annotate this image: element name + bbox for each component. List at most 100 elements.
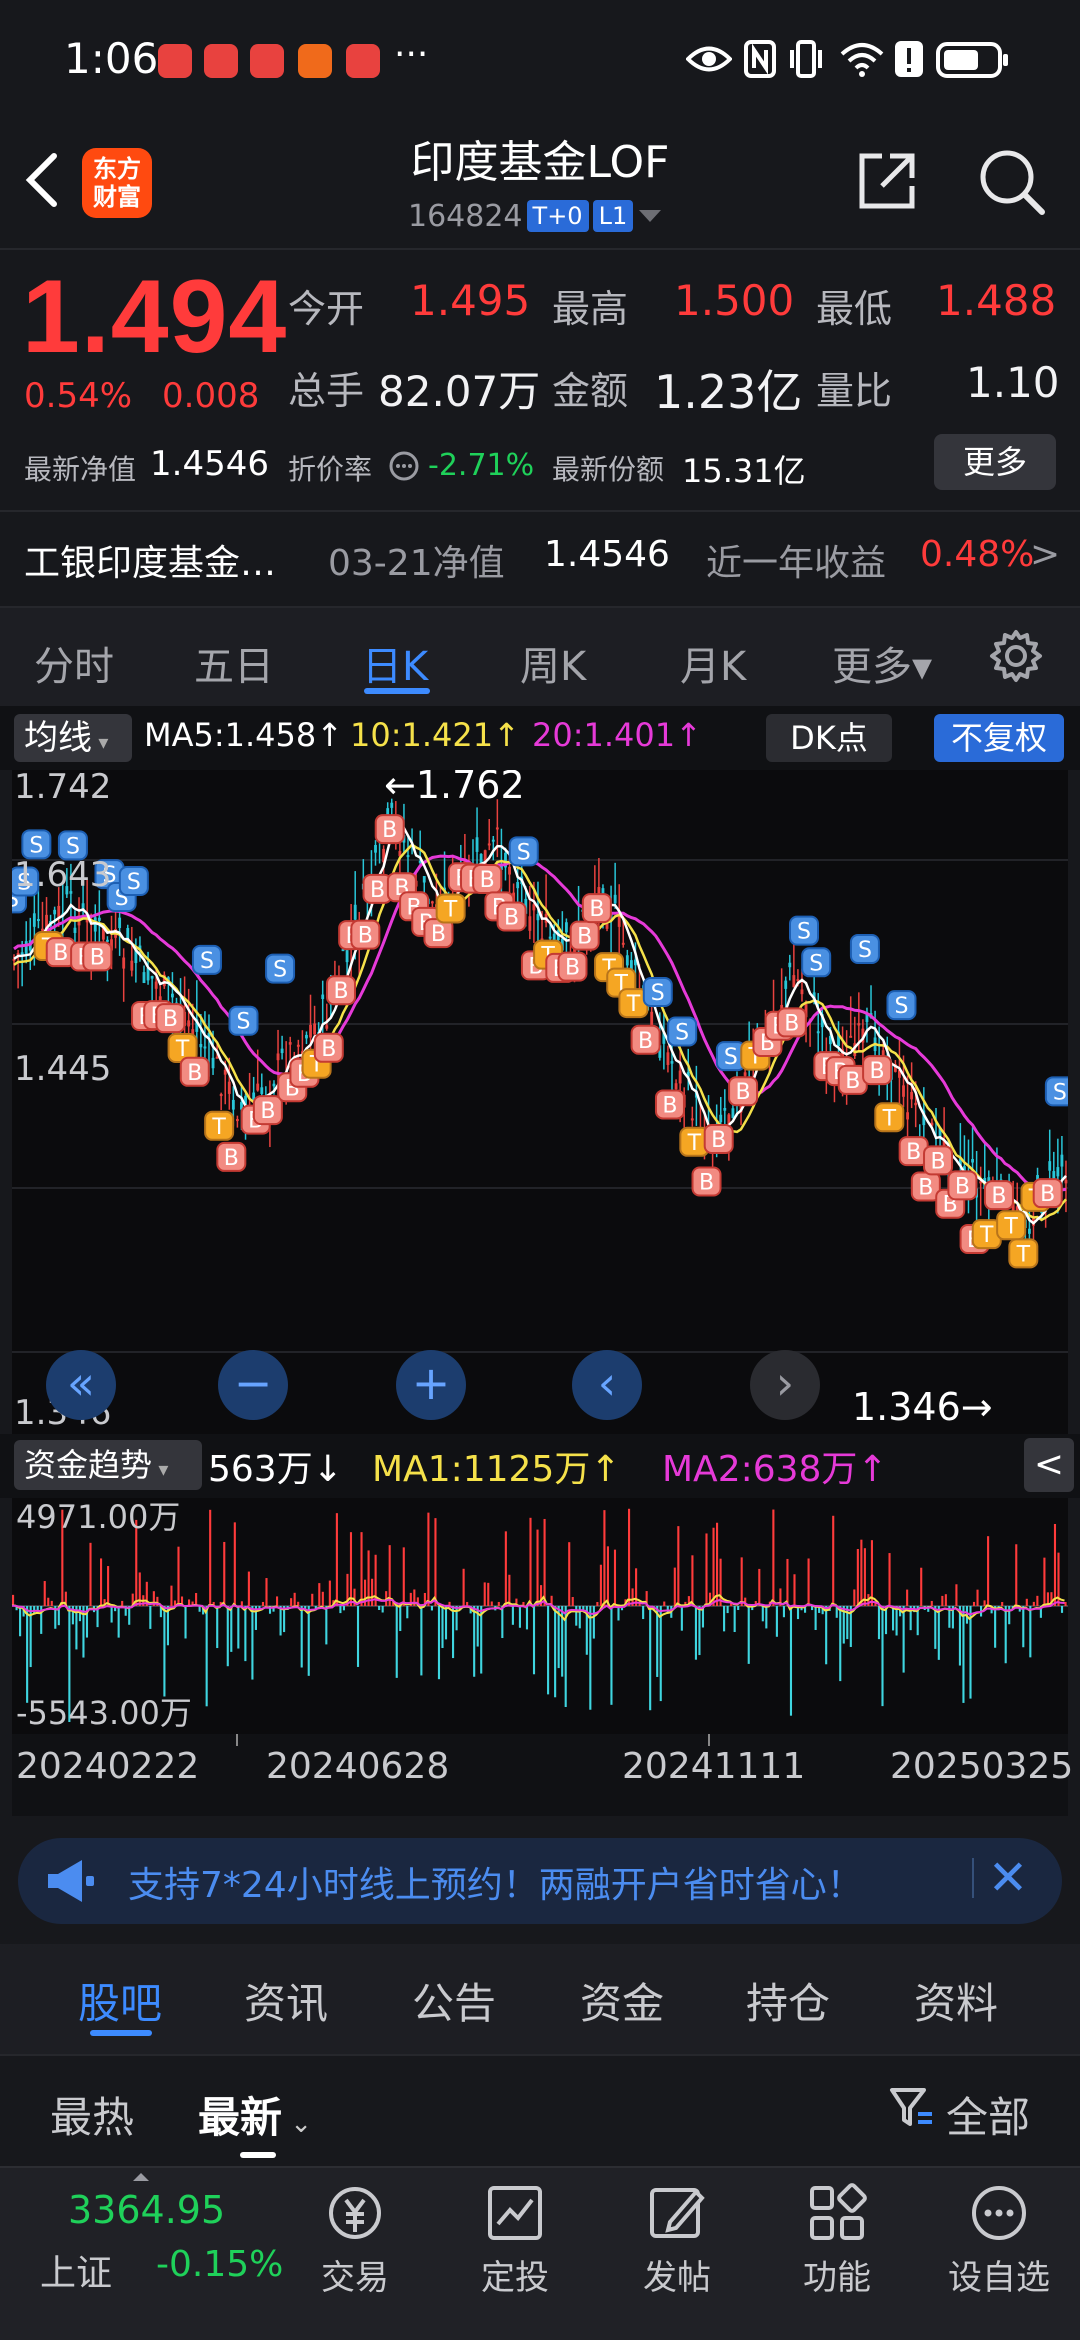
nav-invest-plan[interactable]: 定投 [460, 2176, 570, 2299]
app-logo[interactable]: 东方 财富 [82, 148, 152, 218]
trade-marker-b: B [983, 1180, 1014, 1211]
flow-bar [902, 1606, 905, 1673]
sort-hot[interactable]: 最热 [50, 2084, 134, 2145]
tab-holdings[interactable]: 持仓 [746, 1970, 830, 2031]
flow-bar [649, 1606, 652, 1711]
nav-functions[interactable]: 功能 [782, 2176, 892, 2299]
scroll-left-fast-button[interactable]: « [46, 1350, 116, 1420]
flow-bar [395, 1606, 398, 1678]
tab-monthly-k[interactable]: 月K [680, 634, 746, 692]
tab-profile[interactable]: 资料 [914, 1970, 998, 2031]
trade-marker-t: T [435, 893, 466, 924]
share-icon[interactable] [854, 148, 920, 214]
candle-body [256, 1083, 260, 1091]
flow-bar [437, 1606, 441, 1680]
flow-bar [50, 1600, 53, 1606]
flow-bar [856, 1549, 859, 1606]
date-label: 20240222 [16, 1746, 200, 1787]
info-icon[interactable] [388, 450, 420, 482]
svg-text:S: S [651, 981, 665, 1006]
candle-body [1064, 1179, 1068, 1184]
flow-bar [716, 1522, 719, 1606]
filter-icon[interactable] [888, 2084, 934, 2130]
tab-news[interactable]: 资讯 [244, 1970, 328, 2031]
flow-bar [726, 1606, 729, 1614]
candle-body [1056, 1167, 1060, 1177]
vibrate-icon [790, 40, 822, 78]
trade-marker-b: B [374, 814, 405, 845]
flow-bar [747, 1606, 750, 1664]
fund-flow-chart[interactable]: 4971.00万 -5543.00万 [12, 1498, 1068, 1734]
flow-bar [388, 1545, 391, 1606]
flow-bar [860, 1539, 863, 1606]
collapse-button[interactable]: < [1024, 1438, 1074, 1492]
svg-text:T: T [979, 1223, 994, 1248]
tab-capital[interactable]: 资金 [580, 1970, 664, 2031]
candle-body [670, 1061, 674, 1064]
min-price-mark: 1.346→ [852, 1385, 993, 1429]
back-button[interactable] [22, 150, 82, 220]
tab-weekly-k[interactable]: 周K [520, 634, 586, 692]
ma10-value: 10:1.421↑ [350, 716, 520, 754]
flow-bar [920, 1567, 923, 1606]
flow-bar [571, 1597, 574, 1606]
fund-code-row[interactable]: 164824 T+0 L1 [408, 196, 663, 236]
svg-text:S: S [200, 949, 214, 974]
zoom-in-button[interactable]: + [396, 1350, 466, 1420]
candle-body [719, 1114, 723, 1123]
candle-body [910, 1092, 914, 1100]
svg-text:B: B [906, 1140, 921, 1165]
flow-bar [452, 1606, 455, 1659]
flow-bar [529, 1517, 532, 1606]
flow-bar [793, 1574, 796, 1606]
gear-icon[interactable] [988, 628, 1044, 684]
svg-text:B: B [431, 922, 446, 947]
flow-bar [247, 1571, 250, 1606]
sort-newest[interactable]: 最新 ⌄ [198, 2084, 312, 2145]
dk-point-button[interactable]: DK点 [766, 714, 892, 762]
nav-trade[interactable]: 交易 [300, 2176, 410, 2299]
nav-post[interactable]: 发帖 [622, 2176, 732, 2299]
trade-marker-s: S [508, 836, 539, 867]
flow-bar [237, 1606, 240, 1649]
tab-forum[interactable]: 股吧 [78, 1970, 162, 2031]
tab-more[interactable]: 更多▾ [832, 634, 932, 692]
candle-body [32, 913, 36, 927]
trade-marker-b: B [82, 941, 113, 972]
nav-add-watchlist[interactable]: 设自选 [944, 2176, 1054, 2299]
flow-bar [814, 1606, 817, 1630]
candle-body [528, 916, 532, 931]
price-adjust-button[interactable]: 不复权 [934, 714, 1064, 762]
candle-body [309, 1024, 312, 1038]
flow-bar [955, 1584, 958, 1606]
candlestick-chart[interactable]: SSSTBSBBSSSBBBTBSTBSBBSBBTBBBBBBBBBBTBBB… [12, 770, 1068, 1434]
svg-text:S: S [675, 1020, 689, 1045]
ma-indicator-select[interactable]: 均线 ▾ [14, 714, 132, 762]
tab-intraday[interactable]: 分时 [34, 634, 114, 692]
index-value[interactable]: 3364.95 [68, 2188, 225, 2232]
tab-announcements[interactable]: 公告 [412, 1970, 496, 2031]
candle-body [816, 1031, 820, 1034]
ma5-value: MA5:1.458↑ [144, 716, 344, 754]
banner-text[interactable]: 支持7*24小时线上预约！两融开户省时省心！ [128, 1856, 863, 1908]
more-button[interactable]: 更多 [934, 434, 1056, 490]
notification-app-icon [204, 44, 238, 78]
tab-daily-k[interactable]: 日K [362, 634, 428, 692]
scroll-left-button[interactable]: ‹ [572, 1350, 642, 1420]
tab-five-day[interactable]: 五日 [194, 634, 274, 692]
flow-bar [216, 1606, 219, 1649]
trade-marker-s: S [642, 977, 673, 1008]
candle-body [219, 1094, 223, 1097]
zoom-out-button[interactable]: − [218, 1350, 288, 1420]
scroll-right-button[interactable]: › [750, 1350, 820, 1420]
candle-body [353, 904, 357, 920]
candle-body [41, 928, 44, 931]
megaphone-icon [48, 1860, 94, 1902]
close-icon[interactable]: ✕ [978, 1848, 1038, 1908]
flow-bar [536, 1529, 539, 1606]
flow-indicator-select[interactable]: 资金趋势 ▾ [14, 1440, 202, 1490]
filter-all[interactable]: 全部 [946, 2084, 1030, 2145]
flow-bar [371, 1578, 374, 1606]
flow-bar [596, 1602, 599, 1606]
search-icon[interactable] [976, 146, 1046, 216]
